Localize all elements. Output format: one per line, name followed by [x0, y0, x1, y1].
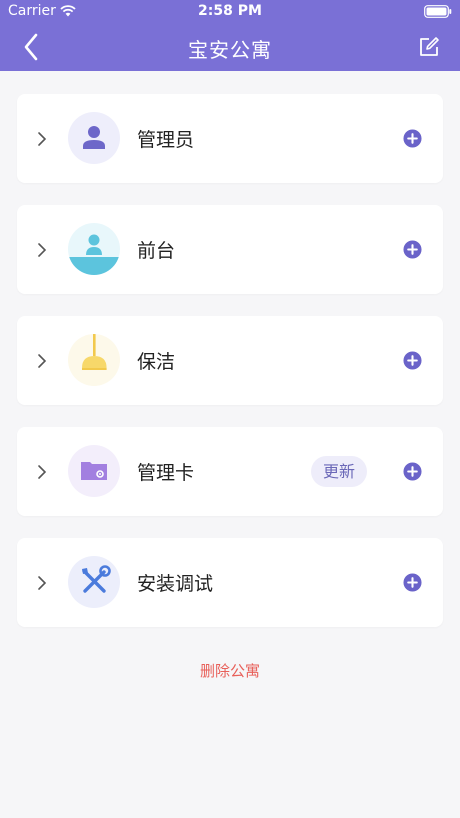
section-manage-card[interactable]: 管理卡 更新	[17, 427, 443, 516]
section-label: 安装调试	[137, 573, 214, 595]
page-title: 宝安公寓	[188, 38, 272, 62]
tools-icon	[68, 556, 120, 608]
reception-icon	[68, 223, 120, 275]
add-install-button[interactable]	[403, 573, 422, 592]
chevron-right-icon	[38, 576, 47, 590]
section-admin[interactable]: 管理员	[17, 94, 443, 183]
update-card-button[interactable]: 更新	[311, 456, 367, 487]
cleaning-icon	[68, 334, 120, 386]
add-admin-button[interactable]	[403, 129, 422, 148]
chevron-right-icon	[38, 354, 47, 368]
section-label: 管理卡	[137, 462, 195, 484]
section-label: 管理员	[137, 129, 195, 151]
person-icon	[68, 112, 120, 164]
header: Carrier 2:58 PM 宝安公寓	[0, 0, 460, 71]
add-reception-button[interactable]	[403, 240, 422, 259]
delete-apartment-button[interactable]: 删除公寓	[0, 660, 460, 681]
chevron-right-icon	[38, 132, 47, 146]
edit-icon	[420, 37, 439, 56]
chevron-right-icon	[38, 465, 47, 479]
section-install-debug[interactable]: 安装调试	[17, 538, 443, 627]
status-bar: Carrier 2:58 PM	[0, 0, 460, 24]
battery-icon	[424, 5, 452, 18]
section-reception[interactable]: 前台	[17, 205, 443, 294]
chevron-right-icon	[38, 243, 47, 257]
card-icon	[68, 445, 120, 497]
section-label: 保洁	[137, 351, 176, 373]
edit-button[interactable]	[414, 32, 444, 62]
nav-bar: 宝安公寓	[0, 24, 460, 71]
add-card-button[interactable]	[403, 462, 422, 481]
status-time: 2:58 PM	[198, 3, 262, 19]
section-cleaning[interactable]: 保洁	[17, 316, 443, 405]
section-label: 前台	[137, 240, 176, 262]
add-cleaning-button[interactable]	[403, 351, 422, 370]
